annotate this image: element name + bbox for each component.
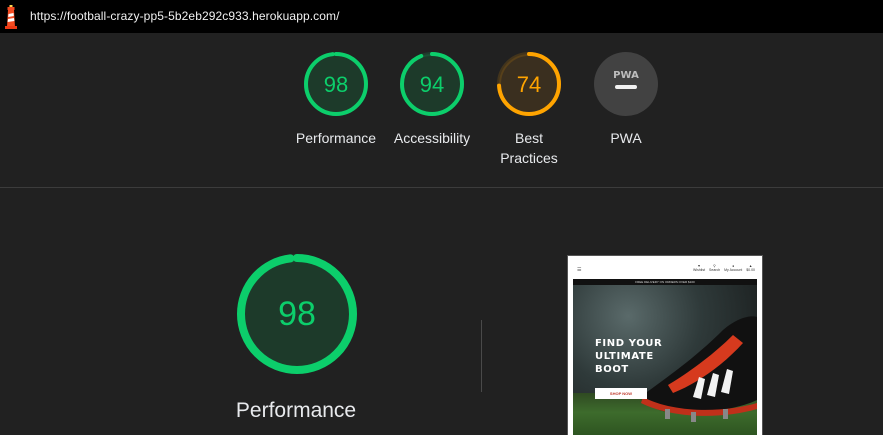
lighthouse-icon bbox=[2, 5, 20, 29]
main-score: 98 bbox=[278, 295, 316, 333]
final-screenshot[interactable]: ☰ ♥ Wishlist ⚲ Search ● My Account ▲ $0.00 F… bbox=[567, 255, 763, 435]
thumb-navbar: ☰ ♥ Wishlist ⚲ Search ● My Account ▲ $0.00 bbox=[573, 261, 757, 279]
gauge-label: Performance bbox=[295, 130, 377, 146]
thumb-hero-image: FIND YOUR ULTIMATE BOOT SHOP NOW bbox=[573, 285, 757, 435]
gauge-best-practices[interactable]: 74 Best Practices bbox=[474, 51, 584, 168]
gauge-score: 74 bbox=[517, 72, 541, 97]
vertical-divider bbox=[481, 320, 482, 392]
hamburger-icon: ☰ bbox=[577, 267, 582, 273]
main-category-title: Performance bbox=[235, 399, 357, 422]
gauge-accessibility[interactable]: 94 Accessibility bbox=[377, 51, 487, 148]
gauge-label: Accessibility bbox=[393, 130, 471, 146]
thumb-wishlist: ♥ Wishlist bbox=[692, 264, 706, 272]
score-ring: 74 bbox=[497, 52, 561, 116]
gauge-score: 98 bbox=[324, 72, 348, 97]
category-gauges: 98 Performance 94 Accessibility 74 Best … bbox=[0, 33, 883, 187]
thumb-account: ● My Account bbox=[724, 264, 743, 272]
url-bar: https://football-crazy-pp5-5b2eb292c933.… bbox=[0, 0, 883, 33]
hero-title: FIND YOUR ULTIMATE BOOT bbox=[595, 338, 663, 375]
screenshot-page: ☰ ♥ Wishlist ⚲ Search ● My Account ▲ $0.00 F… bbox=[573, 261, 757, 435]
pwa-badge: PWA bbox=[594, 52, 658, 116]
thumb-search: ⚲ Search bbox=[709, 264, 721, 272]
gauge-pwa[interactable]: PWA PWA bbox=[571, 51, 681, 148]
score-ring: 98 bbox=[304, 52, 368, 116]
section-divider bbox=[0, 187, 883, 188]
score-ring: 94 bbox=[400, 52, 464, 116]
gauge-label: Best Practices bbox=[500, 130, 558, 166]
performance-main-gauge: 98 bbox=[237, 254, 357, 374]
thumb-nav-items: ♥ Wishlist ⚲ Search ● My Account ▲ $0.00 bbox=[693, 264, 755, 272]
pwa-badge-text: PWA bbox=[613, 70, 639, 81]
gauge-performance[interactable]: 98 Performance bbox=[281, 51, 391, 148]
thumb-bag: ▲ $0.00 bbox=[746, 264, 755, 272]
pwa-dash-icon bbox=[615, 85, 637, 89]
gauge-score: 94 bbox=[420, 72, 444, 97]
page-url[interactable]: https://football-crazy-pp5-5b2eb292c933.… bbox=[30, 9, 340, 23]
gauge-label: PWA bbox=[610, 130, 642, 146]
shop-now-button: SHOP NOW bbox=[595, 388, 647, 399]
